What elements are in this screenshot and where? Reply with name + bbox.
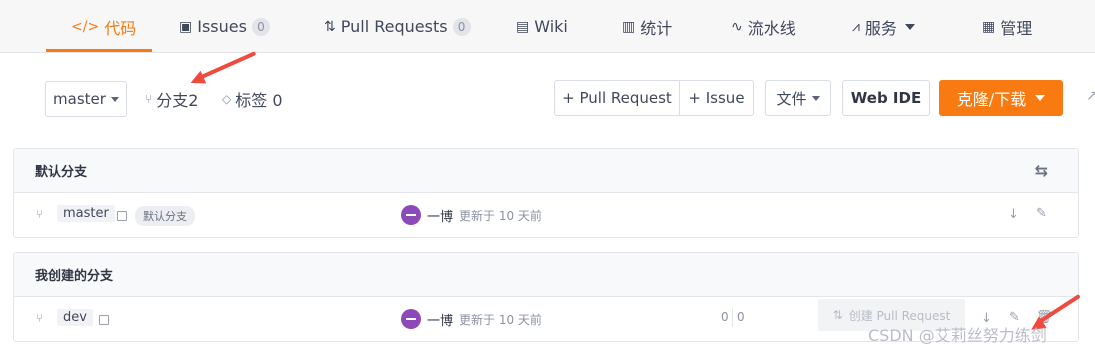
- branch-name-link[interactable]: dev: [57, 309, 93, 326]
- tab-pull-requests[interactable]: ⇅ Pull Requests 0: [324, 0, 471, 53]
- avatar[interactable]: [401, 309, 421, 329]
- code-icon: </>: [71, 18, 100, 35]
- branch-select-value: master: [53, 90, 106, 108]
- tab-code-label: 代码: [104, 18, 137, 38]
- tab-stats[interactable]: ▥ 统计: [622, 0, 672, 53]
- issues-count-badge: 0: [251, 17, 270, 36]
- tag-count-label: 标签 0: [235, 91, 283, 110]
- author-name[interactable]: 一博: [427, 206, 453, 225]
- tab-stats-label: 统计: [640, 18, 673, 38]
- download-icon[interactable]: ↓: [1008, 207, 1019, 222]
- tag-icon: ◇: [222, 92, 232, 106]
- chevron-down-icon: [110, 96, 119, 102]
- branch-name-link[interactable]: master: [57, 205, 115, 222]
- pull-request-icon: ⇅: [832, 308, 843, 322]
- branch-icon: ⑂: [36, 207, 44, 221]
- tab-manage[interactable]: ▦ 管理: [982, 0, 1032, 53]
- new-pull-request-button[interactable]: + Pull Request: [554, 80, 680, 116]
- author-name[interactable]: 一博: [427, 310, 453, 329]
- clone-download-label: 克隆/下载: [956, 90, 1027, 109]
- updated-time: 更新于 10 天前: [459, 313, 542, 327]
- branch-count-label: 分支2: [156, 91, 199, 110]
- tab-pull-requests-label: Pull Requests: [340, 17, 448, 36]
- create-pull-request-label: 创建 Pull Request: [848, 308, 951, 323]
- panel-title: 我创建的分支: [35, 269, 114, 284]
- branch-select[interactable]: master: [45, 81, 127, 117]
- chevron-down-icon: [811, 95, 820, 101]
- panel-title: 默认分支: [35, 165, 88, 180]
- branch-icon: ⑂: [36, 311, 44, 325]
- tab-issues[interactable]: ▣ Issues 0: [179, 0, 270, 53]
- tab-code[interactable]: </> 代码: [71, 0, 136, 53]
- default-branch-panel: 默认分支 ⇆ ⑂ master 默认分支 一博 更新于 10 天前 ↓ ✎: [13, 148, 1079, 238]
- tag-count-link[interactable]: ◇ 标签 0: [222, 88, 283, 110]
- file-menu-label: 文件: [776, 89, 807, 108]
- tab-manage-label: 管理: [1000, 18, 1033, 38]
- branch-icon: ⑂: [145, 92, 153, 106]
- pull-requests-count-badge: 0: [452, 17, 471, 36]
- branch-count-link[interactable]: ⑂ 分支2: [145, 88, 198, 110]
- branch-row: ⑂ master 默认分支 一博 更新于 10 天前 ↓ ✎: [14, 193, 1078, 237]
- web-ide-label: Web IDE: [850, 89, 922, 107]
- tab-pipeline[interactable]: ∿ 流水线: [731, 0, 796, 53]
- tab-services[interactable]: ⩘ 服务: [852, 0, 915, 53]
- file-menu-button[interactable]: 文件: [765, 80, 831, 116]
- new-issue-button[interactable]: + Issue: [679, 80, 754, 116]
- copy-icon[interactable]: [99, 315, 109, 325]
- repo-nav-bar: </> 代码 ▣ Issues 0 ⇅ Pull Requests 0 ▤ Wi…: [0, 0, 1095, 53]
- divider: [732, 309, 733, 327]
- panel-header: 我创建的分支: [14, 253, 1078, 297]
- web-ide-button[interactable]: Web IDE: [842, 80, 930, 116]
- issues-icon: ▣: [179, 18, 193, 35]
- pipeline-icon: ∿: [731, 18, 743, 35]
- switch-icon[interactable]: ⇆: [1035, 161, 1048, 180]
- behind-count: 0: [721, 310, 729, 324]
- new-pull-request-label: + Pull Request: [562, 89, 672, 107]
- wiki-icon: ▤: [516, 18, 530, 35]
- active-tab-indicator: [46, 49, 152, 52]
- avatar[interactable]: [401, 205, 421, 225]
- manage-icon: ▦: [982, 18, 996, 35]
- clone-download-button[interactable]: 克隆/下载: [939, 80, 1063, 116]
- tab-issues-label: Issues: [197, 17, 247, 36]
- default-branch-badge: 默认分支: [135, 206, 195, 226]
- tab-wiki-label: Wiki: [534, 17, 568, 36]
- pulse-icon: ⩘: [852, 18, 860, 35]
- watermark: CSDN @艾莉丝努力练剑: [868, 326, 1047, 345]
- chart-icon: ▥: [622, 18, 636, 35]
- pull-request-icon: ⇅: [324, 18, 336, 35]
- updated-time: 更新于 10 天前: [459, 209, 542, 223]
- tab-services-label: 服务: [864, 18, 897, 38]
- chevron-down-icon: [1035, 95, 1046, 101]
- overflow-indicator-icon: ↗: [1086, 88, 1095, 104]
- panel-header: 默认分支 ⇆: [14, 149, 1078, 193]
- chevron-down-icon: [904, 23, 915, 30]
- new-issue-label: + Issue: [688, 89, 745, 107]
- ahead-count: 0: [737, 310, 745, 324]
- copy-icon[interactable]: [117, 211, 127, 221]
- tab-wiki[interactable]: ▤ Wiki: [516, 0, 568, 53]
- tab-pipeline-label: 流水线: [747, 18, 796, 38]
- edit-icon[interactable]: ✎: [1036, 206, 1047, 221]
